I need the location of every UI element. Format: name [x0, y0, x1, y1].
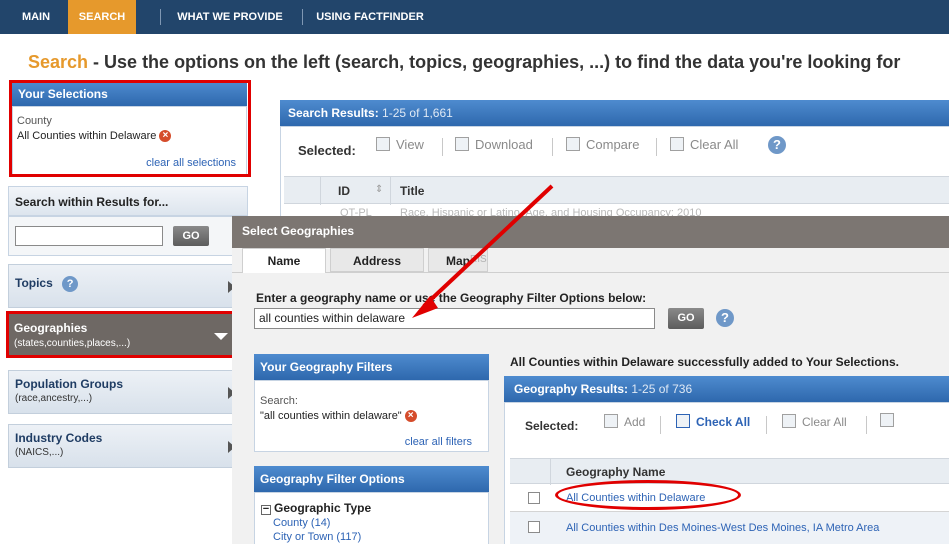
arrow-line: [422, 184, 554, 308]
arrow-head: [412, 296, 438, 318]
annotation-arrow: [412, 184, 554, 318]
factfinder-page: MAIN SEARCH WHAT WE PROVIDE USING FACTFI…: [0, 0, 949, 544]
